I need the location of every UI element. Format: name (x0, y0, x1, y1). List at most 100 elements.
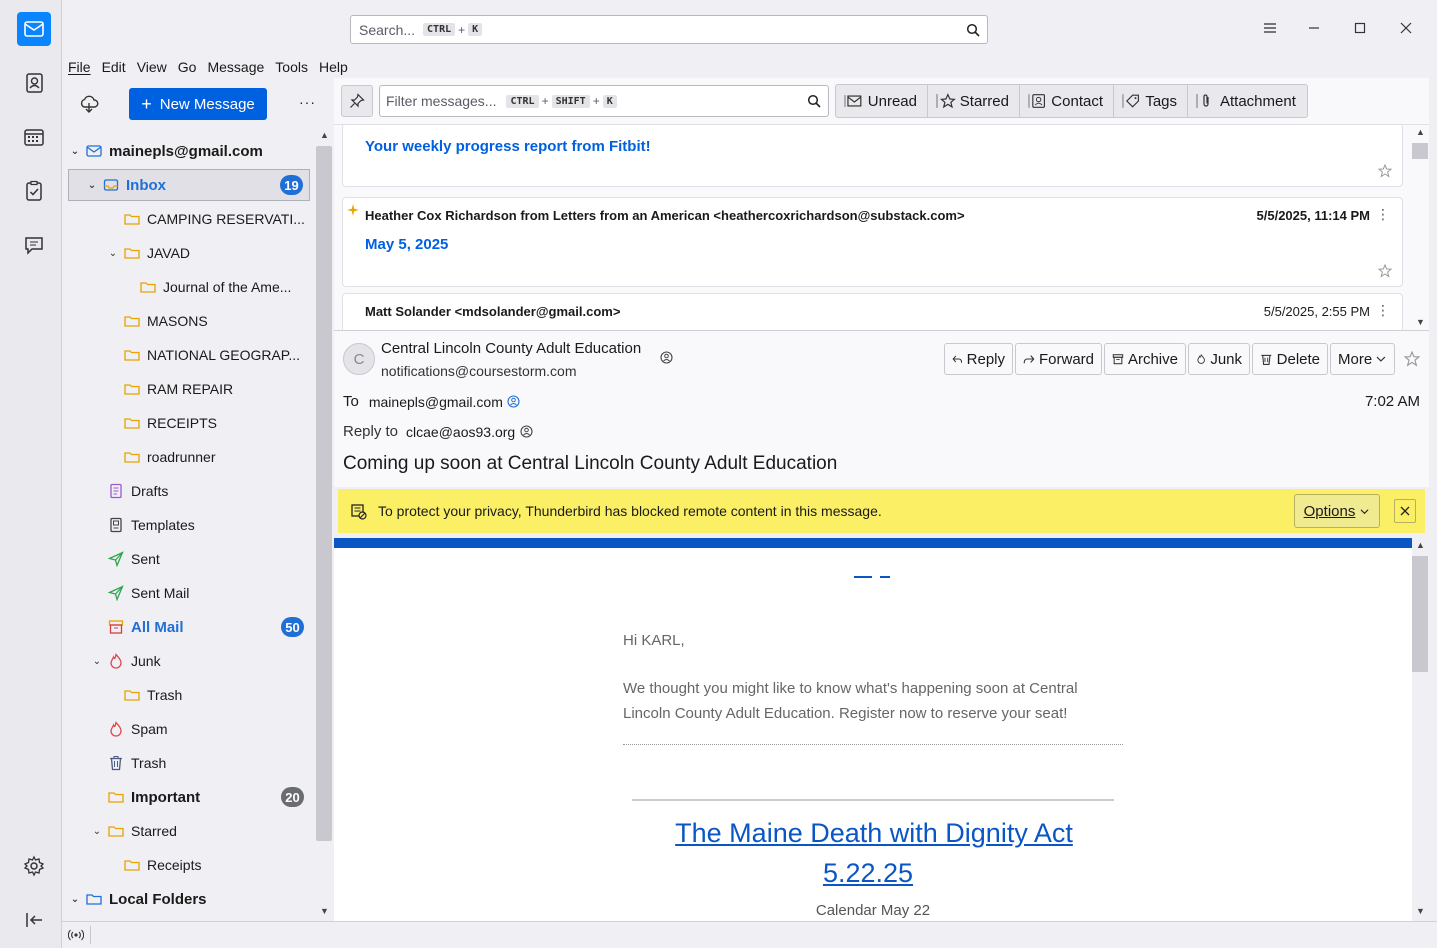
local-folders-row[interactable]: ⌄ Local Folders (68, 883, 310, 915)
folder-junk[interactable]: ⌄ Junk (68, 645, 310, 677)
event-date-link[interactable]: 5.22.25 (618, 858, 1118, 889)
folder-templates[interactable]: Templates (68, 509, 310, 541)
from-name[interactable]: Central Lincoln County Adult Education (381, 340, 641, 357)
menu-file[interactable]: File (68, 59, 91, 75)
mail-space-button[interactable] (17, 12, 51, 46)
account-row[interactable]: ⌄ mainepls@gmail.com (68, 135, 310, 167)
message-menu-icon[interactable]: ⋮ (1376, 302, 1390, 319)
folder-masons[interactable]: MASONS (68, 305, 310, 337)
search-icon (966, 23, 980, 37)
get-messages-button[interactable] (79, 94, 99, 114)
scroll-down-arrow[interactable]: ▼ (320, 906, 329, 916)
forward-button[interactable]: Forward (1015, 343, 1102, 375)
message-list: Your weekly progress report from Fitbit!… (334, 125, 1429, 331)
folder-label: CAMPING RESERVATI... (147, 211, 305, 227)
folder-spam[interactable]: Spam (68, 713, 310, 745)
folder-inbox[interactable]: ⌄ Inbox 19 (68, 169, 310, 201)
online-status-icon[interactable] (68, 928, 84, 942)
maximize-button[interactable] (1350, 18, 1370, 38)
filter-label: Contact (1051, 92, 1103, 110)
scroll-up-arrow[interactable]: ▲ (320, 130, 329, 140)
filter-tags-button[interactable]: Tags (1113, 84, 1188, 118)
minimize-button[interactable] (1304, 18, 1324, 38)
reply-to-address[interactable]: clcae@aos93.org (406, 424, 515, 440)
address-book-space-button[interactable] (17, 66, 51, 100)
to-address[interactable]: mainepls@gmail.com (369, 394, 503, 410)
archive-button[interactable]: Archive (1104, 343, 1186, 375)
message-card[interactable]: Heather Cox Richardson from Letters from… (342, 197, 1403, 287)
menu-tools[interactable]: Tools (275, 59, 308, 75)
calendar-space-button[interactable] (17, 120, 51, 154)
sticky-filter-button[interactable] (341, 85, 373, 117)
folder-ram-repair[interactable]: RAM REPAIR (68, 373, 310, 405)
settings-button[interactable] (17, 849, 51, 883)
scrollbar-thumb[interactable] (316, 146, 332, 841)
close-window-button[interactable] (1396, 18, 1416, 38)
chat-space-button[interactable] (17, 228, 51, 262)
folder-journal[interactable]: Journal of the Ame... (68, 271, 310, 303)
body-link-line[interactable] (880, 576, 890, 578)
calendar-icon (24, 129, 44, 146)
scrollbar-thumb[interactable] (1412, 143, 1428, 159)
notification-options-button[interactable]: Options (1294, 494, 1380, 528)
folder-roadrunner[interactable]: roadrunner (68, 441, 310, 473)
star-icon[interactable] (1404, 351, 1420, 367)
star-icon[interactable] (1378, 164, 1392, 178)
menu-help[interactable]: Help (319, 59, 348, 75)
filter-attachment-button[interactable]: Attachment (1187, 84, 1308, 118)
tasks-space-button[interactable] (17, 174, 51, 208)
junk-button[interactable]: Junk (1188, 343, 1250, 375)
folder-important[interactable]: Important 20 (68, 781, 310, 813)
folder-natgeo[interactable]: NATIONAL GEOGRAP... (68, 339, 310, 371)
message-list-scrollbar[interactable]: ▲ ▼ (1412, 125, 1428, 330)
folder-trash[interactable]: Trash (68, 747, 310, 779)
filter-starred-button[interactable]: Starred (927, 84, 1020, 118)
folder-receipts[interactable]: Receipts (68, 849, 310, 881)
more-button[interactable]: More (1330, 343, 1395, 375)
folder-camping[interactable]: CAMPING RESERVATI... (68, 203, 310, 235)
folder-drafts[interactable]: Drafts (68, 475, 310, 507)
folder-sent[interactable]: Sent (68, 543, 310, 575)
scrollbar-thumb[interactable] (1412, 556, 1428, 672)
folder-starred[interactable]: ⌄ Starred (68, 815, 310, 847)
menu-view[interactable]: View (137, 59, 167, 75)
folder-label: Junk (131, 653, 161, 669)
folder-pane-scrollbar[interactable]: ▲ ▼ (316, 128, 332, 921)
contact-icon (1028, 94, 1045, 108)
notification-close-button[interactable] (1394, 499, 1416, 523)
event-title-link[interactable]: The Maine Death with Dignity Act (624, 818, 1124, 849)
from-email[interactable]: notifications@coursestorm.com (381, 363, 577, 379)
delete-button[interactable]: Delete (1252, 343, 1328, 375)
contact-add-icon[interactable] (660, 351, 673, 364)
folder-all-mail[interactable]: All Mail 50 (68, 611, 310, 643)
menu-message[interactable]: Message (207, 59, 264, 75)
message-menu-icon[interactable]: ⋮ (1376, 206, 1390, 223)
menu-edit[interactable]: Edit (102, 59, 126, 75)
new-message-button[interactable]: + New Message (129, 88, 267, 120)
message-card[interactable]: Your weekly progress report from Fitbit! (342, 125, 1403, 187)
message-subject-heading: Coming up soon at Central Lincoln County… (343, 453, 838, 474)
menu-go[interactable]: Go (178, 59, 197, 75)
body-link-line[interactable] (854, 576, 872, 578)
trash-icon (1261, 354, 1272, 365)
app-menu-button[interactable] (1260, 18, 1280, 38)
scroll-down-arrow[interactable]: ▼ (1416, 317, 1425, 327)
scroll-up-arrow[interactable]: ▲ (1416, 127, 1425, 137)
message-card[interactable]: Matt Solander <mdsolander@gmail.com> 5/5… (342, 293, 1403, 330)
collapse-spaces-button[interactable] (17, 903, 51, 937)
scroll-up-arrow[interactable]: ▲ (1416, 540, 1425, 550)
folder-pane-menu-button[interactable]: ··· (299, 94, 316, 110)
folder-sent-mail[interactable]: Sent Mail (68, 577, 310, 609)
folder-javad[interactable]: ⌄ JAVAD (68, 237, 310, 269)
folder-receipts-upper[interactable]: RECEIPTS (68, 407, 310, 439)
filter-messages-input[interactable]: Filter messages... CTRL + SHIFT + K (379, 85, 829, 117)
filter-contact-button[interactable]: Contact (1019, 84, 1114, 118)
scroll-down-arrow[interactable]: ▼ (1416, 906, 1425, 916)
star-icon[interactable] (1378, 264, 1392, 278)
filter-unread-button[interactable]: Unread (835, 84, 928, 118)
folder-junk-trash[interactable]: Trash (68, 679, 310, 711)
folder-label: Sent (131, 551, 160, 567)
reply-button[interactable]: Reply (944, 343, 1013, 375)
global-search-input[interactable]: Search... CTRL + K (350, 15, 988, 44)
message-body-scrollbar[interactable]: ▲ ▼ (1412, 538, 1428, 921)
